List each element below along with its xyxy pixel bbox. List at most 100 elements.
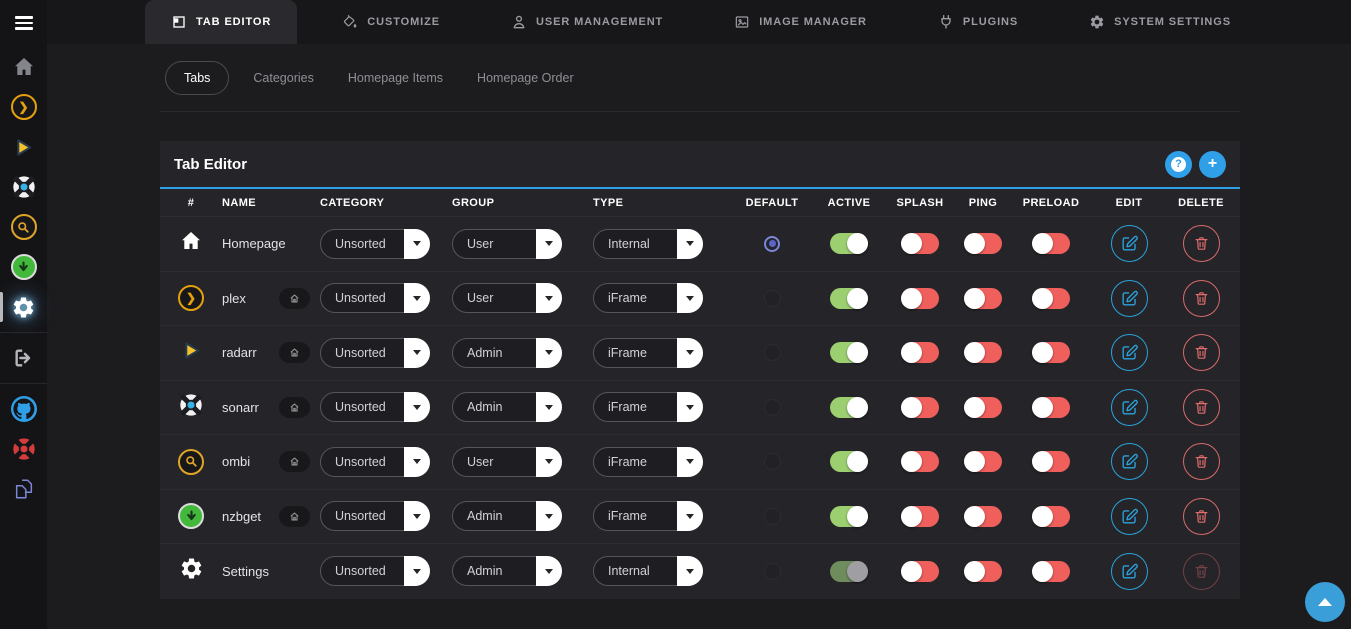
active-toggle[interactable] bbox=[830, 506, 868, 527]
category-select[interactable]: Unsorted bbox=[320, 392, 430, 422]
edit-button[interactable] bbox=[1111, 389, 1148, 426]
active-toggle[interactable] bbox=[830, 233, 868, 254]
type-select[interactable]: Internal bbox=[593, 556, 703, 586]
type-select[interactable]: iFrame bbox=[593, 283, 703, 313]
sidebar-item-home[interactable] bbox=[0, 47, 47, 87]
ping-toggle[interactable] bbox=[964, 288, 1002, 309]
category-select[interactable]: Unsorted bbox=[320, 338, 430, 368]
default-radio[interactable] bbox=[764, 399, 781, 416]
default-radio[interactable] bbox=[764, 290, 781, 307]
splash-toggle[interactable] bbox=[901, 288, 939, 309]
sidebar-item-plex[interactable]: ❯ bbox=[0, 87, 47, 127]
type-select[interactable]: iFrame bbox=[593, 501, 703, 531]
type-select[interactable]: Internal bbox=[593, 229, 703, 259]
sidebar-item-support[interactable] bbox=[0, 429, 47, 469]
group-select[interactable]: Admin bbox=[452, 556, 562, 586]
delete-button[interactable] bbox=[1183, 334, 1220, 371]
preload-toggle[interactable] bbox=[1032, 506, 1070, 527]
active-toggle[interactable] bbox=[830, 451, 868, 472]
tab-customize[interactable]: CUSTOMIZE bbox=[316, 0, 466, 44]
group-select[interactable]: User bbox=[452, 283, 562, 313]
subtab-tabs[interactable]: Tabs bbox=[165, 61, 229, 95]
ping-toggle[interactable] bbox=[964, 342, 1002, 363]
sidebar-item-logout[interactable] bbox=[0, 338, 47, 378]
add-tab-button[interactable]: + bbox=[1199, 151, 1226, 178]
splash-toggle[interactable] bbox=[901, 342, 939, 363]
sidebar-item-nzbget[interactable] bbox=[0, 247, 47, 287]
sidebar-item-docs[interactable] bbox=[0, 469, 47, 509]
edit-button[interactable] bbox=[1111, 334, 1148, 371]
help-button[interactable]: ? bbox=[1165, 151, 1192, 178]
preload-toggle[interactable] bbox=[1032, 397, 1070, 418]
preload-toggle[interactable] bbox=[1032, 561, 1070, 582]
sidebar-item-ombi[interactable] bbox=[0, 207, 47, 247]
sidebar-item-sonarr[interactable] bbox=[0, 167, 47, 207]
preload-toggle[interactable] bbox=[1032, 233, 1070, 254]
group-select[interactable]: User bbox=[452, 229, 562, 259]
active-toggle[interactable] bbox=[830, 342, 868, 363]
delete-button[interactable] bbox=[1183, 443, 1220, 480]
default-radio[interactable] bbox=[764, 563, 781, 580]
group-select[interactable]: Admin bbox=[452, 338, 562, 368]
tab-plugins[interactable]: PLUGINS bbox=[912, 0, 1044, 44]
delete-button[interactable] bbox=[1183, 389, 1220, 426]
delete-button[interactable] bbox=[1183, 225, 1220, 262]
tab-tab-editor[interactable]: TAB EDITOR bbox=[145, 0, 297, 44]
active-toggle[interactable] bbox=[830, 397, 868, 418]
ping-toggle[interactable] bbox=[964, 233, 1002, 254]
sidebar-item-settings[interactable] bbox=[0, 287, 47, 327]
preload-toggle[interactable] bbox=[1032, 451, 1070, 472]
edit-button[interactable] bbox=[1111, 225, 1148, 262]
subtab-homepage-items[interactable]: Homepage Items bbox=[348, 71, 443, 85]
category-select[interactable]: Unsorted bbox=[320, 447, 430, 477]
menu-icon[interactable] bbox=[0, 10, 47, 36]
panel-actions: ? + bbox=[1165, 151, 1226, 178]
preload-toggle[interactable] bbox=[1032, 288, 1070, 309]
type-select[interactable]: iFrame bbox=[593, 338, 703, 368]
splash-toggle[interactable] bbox=[901, 451, 939, 472]
splash-toggle[interactable] bbox=[901, 233, 939, 254]
preload-toggle[interactable] bbox=[1032, 342, 1070, 363]
active-toggle[interactable] bbox=[830, 288, 868, 309]
category-select[interactable]: Unsorted bbox=[320, 501, 430, 531]
splash-toggle[interactable] bbox=[901, 561, 939, 582]
category-select[interactable]: Unsorted bbox=[320, 283, 430, 313]
default-radio[interactable] bbox=[764, 344, 781, 361]
sidebar-item-radarr[interactable] bbox=[0, 127, 47, 167]
table-row: ombi Unsorted User iFrame bbox=[160, 435, 1240, 490]
image-icon bbox=[734, 14, 750, 30]
default-radio[interactable] bbox=[764, 236, 780, 252]
edit-icon bbox=[1120, 234, 1139, 253]
tab-user-management[interactable]: USER MANAGEMENT bbox=[485, 0, 689, 44]
type-select[interactable]: iFrame bbox=[593, 392, 703, 422]
edit-button[interactable] bbox=[1111, 553, 1148, 590]
type-select[interactable]: iFrame bbox=[593, 447, 703, 477]
group-select[interactable]: Admin bbox=[452, 392, 562, 422]
category-select[interactable]: Unsorted bbox=[320, 556, 430, 586]
table-row: Settings Unsorted Admin Internal bbox=[160, 544, 1240, 599]
splash-toggle[interactable] bbox=[901, 506, 939, 527]
tab-system-settings[interactable]: SYSTEM SETTINGS bbox=[1063, 0, 1257, 44]
delete-button[interactable] bbox=[1183, 280, 1220, 317]
group-select[interactable]: Admin bbox=[452, 501, 562, 531]
default-radio[interactable] bbox=[764, 508, 781, 525]
edit-button[interactable] bbox=[1111, 498, 1148, 535]
subtab-homepage-order[interactable]: Homepage Order bbox=[477, 71, 574, 85]
ping-toggle[interactable] bbox=[964, 397, 1002, 418]
edit-button[interactable] bbox=[1111, 443, 1148, 480]
edit-button[interactable] bbox=[1111, 280, 1148, 317]
subtab-categories[interactable]: Categories bbox=[253, 71, 313, 85]
sidebar-item-github[interactable] bbox=[0, 389, 47, 429]
scroll-to-top-button[interactable] bbox=[1305, 582, 1345, 622]
default-radio[interactable] bbox=[764, 453, 781, 470]
category-select[interactable]: Unsorted bbox=[320, 229, 430, 259]
tab-image-manager[interactable]: IMAGE MANAGER bbox=[708, 0, 893, 44]
table-row: nzbget Unsorted Admin iFrame bbox=[160, 490, 1240, 545]
splash-toggle[interactable] bbox=[901, 397, 939, 418]
delete-button[interactable] bbox=[1183, 498, 1220, 535]
ping-toggle[interactable] bbox=[964, 506, 1002, 527]
ping-toggle[interactable] bbox=[964, 451, 1002, 472]
ping-toggle[interactable] bbox=[964, 561, 1002, 582]
group-select[interactable]: User bbox=[452, 447, 562, 477]
chevron-down-icon bbox=[404, 392, 430, 422]
